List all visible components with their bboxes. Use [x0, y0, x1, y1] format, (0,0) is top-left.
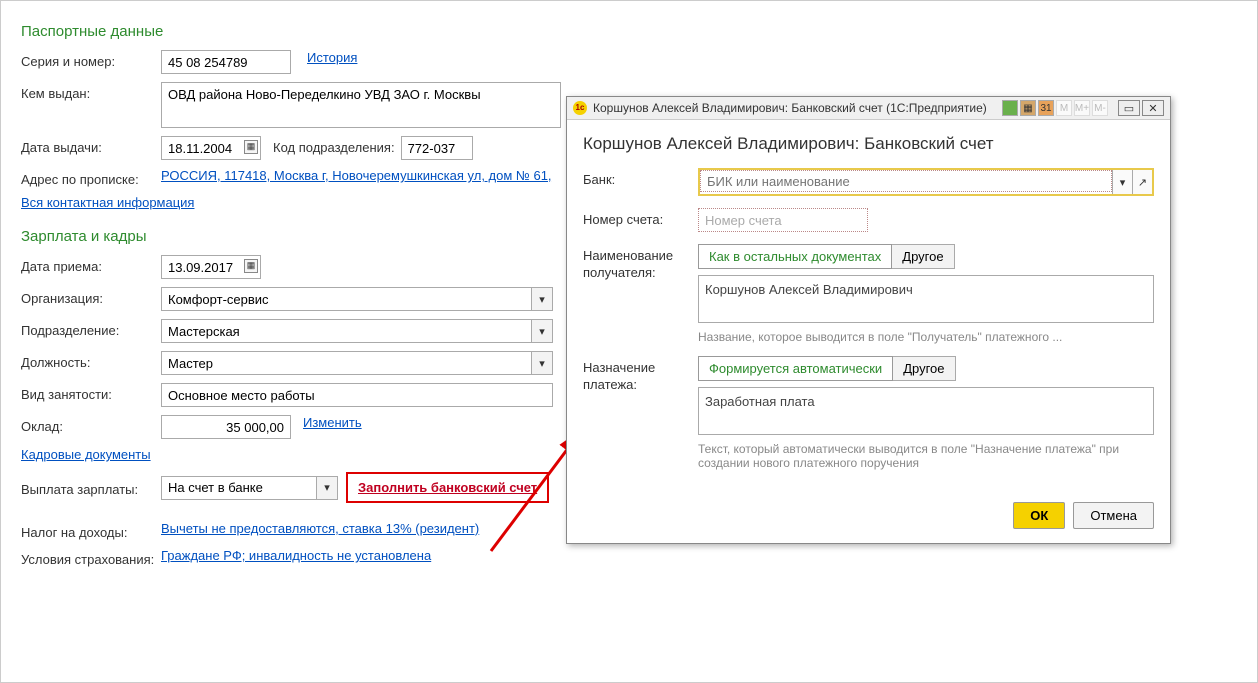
salary-label: Оклад:	[21, 415, 161, 434]
toolbar-icon-1[interactable]	[1002, 100, 1018, 116]
salary-input[interactable]	[161, 415, 291, 439]
serial-input[interactable]	[161, 50, 291, 74]
ok-button[interactable]: ОК	[1013, 502, 1065, 529]
chevron-down-icon[interactable]: ▾	[531, 287, 553, 311]
recipient-label: Наименование получателя:	[583, 244, 698, 344]
dept-input[interactable]	[161, 319, 531, 343]
payout-label: Выплата зарплаты:	[21, 478, 161, 497]
recipient-value-area[interactable]: Коршунов Алексей Владимирович	[698, 275, 1154, 323]
org-label: Организация:	[21, 287, 161, 306]
dialog-heading: Коршунов Алексей Владимирович: Банковски…	[583, 134, 1154, 154]
purpose-toggle: Формируется автоматически Другое	[698, 356, 1154, 381]
insurance-label: Условия страхования:	[21, 548, 161, 567]
employment-label: Вид занятости:	[21, 383, 161, 402]
purpose-label: Назначение платежа:	[583, 356, 698, 470]
address-link[interactable]: РОССИЯ, 117418, Москва г, Новочеремушкин…	[161, 168, 552, 183]
bank-label: Банк:	[583, 168, 698, 196]
toolbar-m[interactable]: M	[1056, 100, 1072, 116]
chevron-down-icon[interactable]: ▾	[1112, 170, 1132, 194]
all-contact-link[interactable]: Вся контактная информация	[21, 195, 194, 210]
account-label: Номер счета:	[583, 208, 698, 232]
purpose-other-button[interactable]: Другое	[893, 356, 955, 381]
recipient-as-other-docs-button[interactable]: Как в остальных документах	[698, 244, 892, 269]
bank-input[interactable]	[700, 170, 1112, 192]
passport-section-title: Паспортные данные	[21, 23, 1237, 40]
serial-label: Серия и номер:	[21, 50, 161, 69]
insurance-link[interactable]: Граждане РФ; инвалидность не установлена	[161, 548, 431, 563]
chevron-down-icon[interactable]: ▾	[531, 351, 553, 375]
position-label: Должность:	[21, 351, 161, 370]
hire-date-label: Дата приема:	[21, 255, 161, 274]
tax-link[interactable]: Вычеты не предоставляются, ставка 13% (р…	[161, 521, 479, 536]
calendar-icon[interactable]: ▦	[244, 259, 258, 273]
open-icon[interactable]: ↗	[1132, 170, 1152, 194]
bank-account-dialog: 1c Коршунов Алексей Владимирович: Банков…	[566, 96, 1171, 544]
address-label: Адрес по прописке:	[21, 168, 161, 187]
toolbar-icon-2[interactable]: ▦	[1020, 100, 1036, 116]
toolbar-icon-3[interactable]: 31	[1038, 100, 1054, 116]
purpose-hint: Текст, который автоматически выводится в…	[698, 442, 1154, 470]
maximize-icon[interactable]: ▭	[1118, 100, 1140, 116]
recipient-other-button[interactable]: Другое	[892, 244, 954, 269]
org-input[interactable]	[161, 287, 531, 311]
recipient-hint: Название, которое выводится в поле "Полу…	[698, 330, 1154, 344]
account-input[interactable]	[698, 208, 868, 232]
issued-by-label: Кем выдан:	[21, 82, 161, 101]
issued-by-input[interactable]: ОВД района Ново-Переделкино УВД ЗАО г. М…	[161, 82, 561, 128]
fill-bank-account-link[interactable]: Заполнить банковский счет	[358, 480, 537, 495]
fill-account-highlight: Заполнить банковский счет	[346, 472, 549, 503]
dept-code-label: Код подразделения:	[273, 136, 395, 155]
toolbar-m-plus[interactable]: M+	[1074, 100, 1090, 116]
history-link[interactable]: История	[307, 50, 357, 65]
position-input[interactable]	[161, 351, 531, 375]
issue-date-label: Дата выдачи:	[21, 136, 161, 155]
chevron-down-icon[interactable]: ▾	[531, 319, 553, 343]
payout-input[interactable]	[161, 476, 316, 500]
dialog-titlebar-text: Коршунов Алексей Владимирович: Банковски…	[593, 101, 1002, 115]
tax-label: Налог на доходы:	[21, 521, 161, 540]
purpose-value-area[interactable]: Заработная плата	[698, 387, 1154, 435]
employment-input[interactable]	[161, 383, 553, 407]
dialog-titlebar: 1c Коршунов Алексей Владимирович: Банков…	[567, 97, 1170, 120]
app-icon: 1c	[573, 101, 587, 115]
hr-docs-link[interactable]: Кадровые документы	[21, 447, 151, 462]
recipient-toggle: Как в остальных документах Другое	[698, 244, 1154, 269]
purpose-auto-button[interactable]: Формируется автоматически	[698, 356, 893, 381]
dept-code-input[interactable]	[401, 136, 473, 160]
dept-label: Подразделение:	[21, 319, 161, 338]
cancel-button[interactable]: Отмена	[1073, 502, 1154, 529]
chevron-down-icon[interactable]: ▾	[316, 476, 338, 500]
toolbar-m-minus[interactable]: M-	[1092, 100, 1108, 116]
calendar-icon[interactable]: ▦	[244, 140, 258, 154]
main-page: Паспортные данные Серия и номер: История…	[0, 0, 1258, 683]
close-icon[interactable]: ✕	[1142, 100, 1164, 116]
change-salary-link[interactable]: Изменить	[303, 415, 362, 430]
